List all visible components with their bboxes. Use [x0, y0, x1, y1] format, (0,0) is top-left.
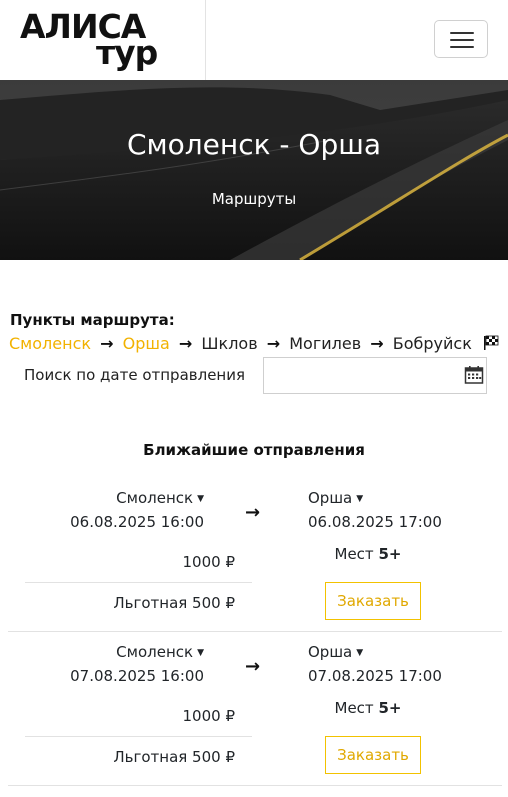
departure-date-input[interactable]	[263, 357, 487, 394]
discount-price: Льготная 500 ₽	[113, 748, 235, 766]
trip-card: Смоленск ▼ 07.08.2025 16:00 → Орша ▼ 07.08…	[0, 643, 508, 797]
departure-datetime: 07.08.2025 16:00	[70, 667, 204, 685]
breadcrumb-routes[interactable]: Маршруты	[0, 190, 508, 208]
route-stop-shklov[interactable]: Шклов	[201, 334, 257, 353]
hamburger-menu-icon	[450, 32, 474, 34]
ticket-price: 1000 ₽	[182, 707, 236, 725]
seats-available: Мест 5+	[308, 545, 428, 563]
seats-value: 5+	[378, 545, 402, 563]
price-divider	[25, 582, 252, 583]
ticket-price: 1000 ₽	[182, 553, 236, 571]
calendar-icon[interactable]	[464, 365, 484, 385]
caret-down-icon: ▼	[197, 648, 204, 658]
logo-line-2: тур	[96, 33, 158, 72]
trip-divider	[8, 785, 502, 786]
order-button[interactable]: Заказать	[325, 582, 421, 620]
to-city-dropdown[interactable]: Орша ▼	[308, 489, 363, 507]
seats-label: Мест	[334, 545, 374, 563]
from-city-dropdown[interactable]: Смоленск ▼	[0, 489, 204, 507]
route-stop-mogilev[interactable]: Могилев	[289, 334, 361, 353]
site-header: АЛИСА тур	[0, 0, 508, 80]
price-divider	[25, 736, 252, 737]
arrow-right-icon: →	[245, 502, 261, 523]
from-city-label: Смоленск	[116, 489, 194, 507]
trip-card: Смоленск ▼ 06.08.2025 16:00 → Орша ▼ 06.08…	[0, 489, 508, 643]
arrow-right-icon: →	[100, 334, 114, 353]
route-stops-line: Смоленск → Орша → Шклов → Могилев → Бобр…	[9, 334, 499, 353]
nearest-departures-title: Ближайшие отправления	[143, 441, 365, 459]
route-stop-bobruisk[interactable]: Бобруйск	[393, 334, 472, 353]
trip-divider	[8, 631, 502, 632]
to-city-dropdown[interactable]: Орша ▼	[308, 643, 363, 661]
page-title: Смоленск - Орша	[126, 128, 382, 161]
arrow-right-icon: →	[266, 334, 281, 353]
route-stop-smolensk[interactable]: Смоленск	[9, 334, 91, 353]
arrow-right-icon: →	[370, 334, 384, 353]
discount-price: Льготная 500 ₽	[113, 594, 235, 612]
caret-down-icon: ▼	[356, 494, 364, 504]
arrival-datetime: 07.08.2025 17:00	[308, 667, 442, 685]
caret-down-icon: ▼	[356, 648, 364, 658]
hero-banner: Смоленск - Орша Маршруты	[0, 80, 508, 260]
to-city-label: Орша	[308, 489, 353, 507]
from-city-dropdown[interactable]: Смоленск ▼	[0, 643, 204, 661]
seats-available: Мест 5+	[308, 699, 428, 717]
road-background-image	[0, 80, 508, 260]
to-city-label: Орша	[308, 643, 353, 661]
route-stop-orsha[interactable]: Орша	[123, 334, 170, 353]
date-search-label: Поиск по дате отправления	[24, 366, 246, 384]
arrival-datetime: 06.08.2025 17:00	[308, 513, 442, 531]
from-city-label: Смоленск	[116, 643, 194, 661]
arrow-right-icon: →	[245, 656, 261, 677]
finish-flag-icon	[483, 335, 499, 350]
seats-value: 5+	[378, 699, 402, 717]
arrow-right-icon: →	[178, 334, 193, 353]
departure-datetime: 06.08.2025 16:00	[70, 513, 204, 531]
caret-down-icon: ▼	[197, 494, 204, 504]
logo[interactable]: АЛИСА тур	[20, 10, 160, 72]
order-button[interactable]: Заказать	[325, 736, 421, 774]
menu-toggle-button[interactable]	[434, 20, 488, 58]
header-divider	[205, 0, 206, 80]
seats-label: Мест	[334, 699, 374, 717]
route-points-title: Пункты маршрута:	[10, 311, 175, 329]
